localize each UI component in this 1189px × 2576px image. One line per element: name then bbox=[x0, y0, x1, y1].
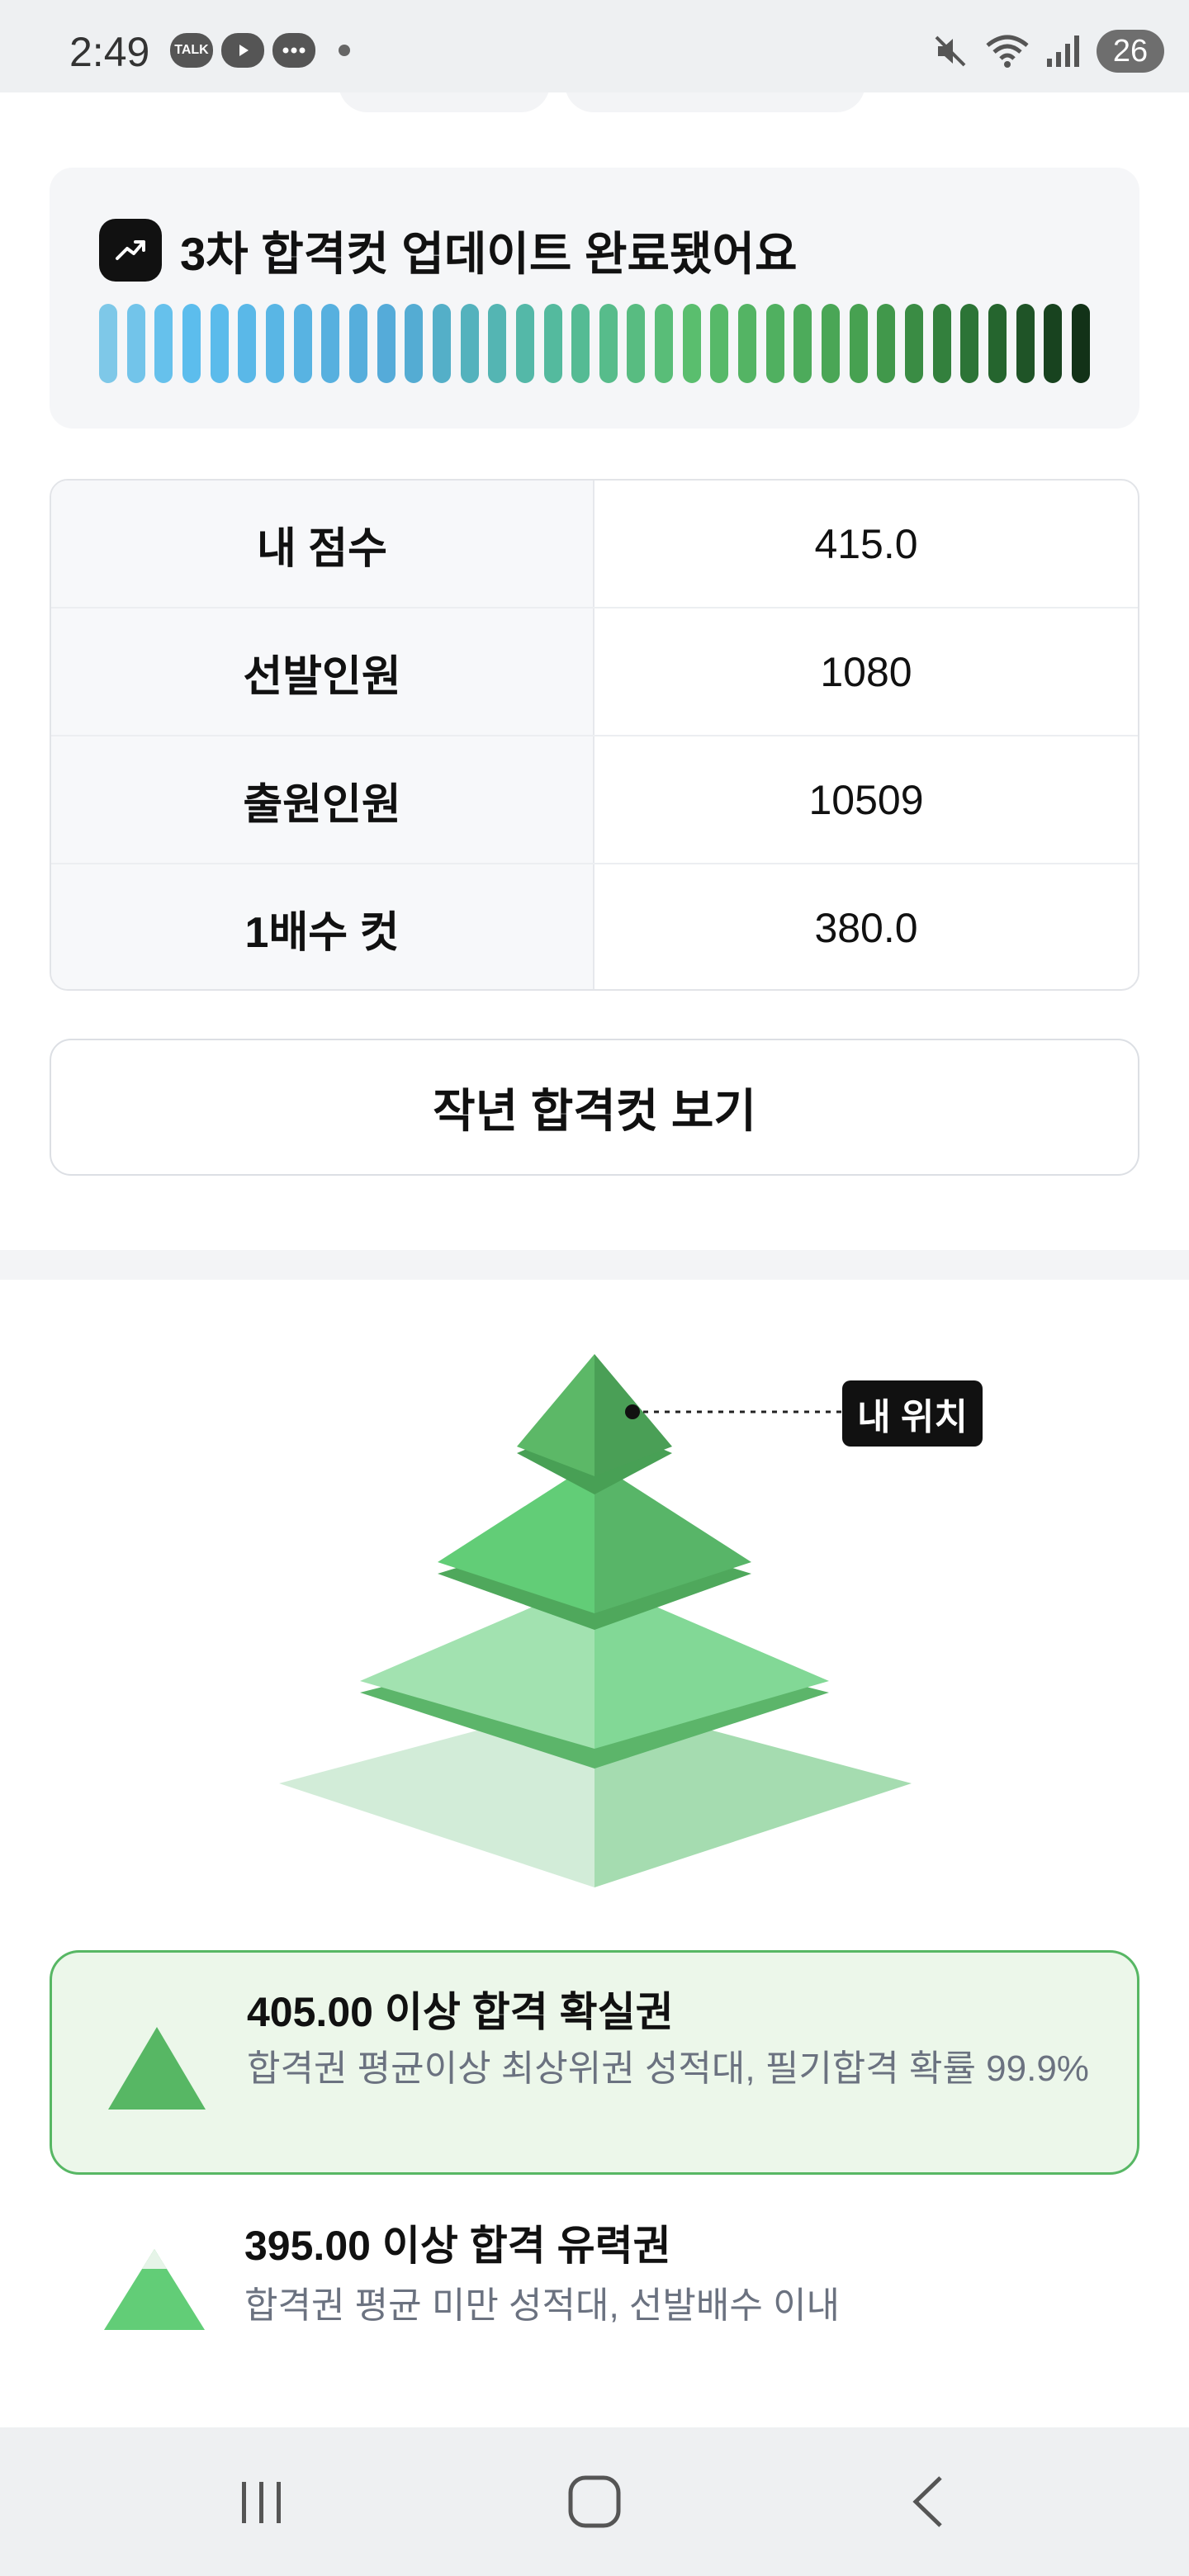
my-position-tag: 내 위치 bbox=[842, 1380, 983, 1447]
system-navigation-bar bbox=[0, 2427, 1189, 2576]
stats-value: 380.0 bbox=[814, 905, 918, 951]
gradient-bar-segment bbox=[822, 304, 841, 383]
gradient-bar-segment bbox=[293, 304, 312, 383]
score-stats-table: 내 점수 415.0 선발인원 1080 출원인원 10509 1배수 컷 38… bbox=[50, 479, 1139, 991]
progress-gradient-bars bbox=[99, 304, 1090, 383]
stats-value: 10509 bbox=[808, 777, 924, 823]
gradient-bar-segment bbox=[738, 304, 757, 383]
gradient-bar-segment bbox=[377, 304, 396, 383]
tier-triangle-icon bbox=[101, 2237, 208, 2337]
chat-icon bbox=[272, 33, 315, 68]
talk-icon: TALK bbox=[170, 33, 213, 68]
more-notifications-dot-icon bbox=[339, 45, 350, 56]
stats-row-my-score: 내 점수 415.0 bbox=[51, 481, 1138, 608]
stats-value: 1080 bbox=[820, 649, 912, 695]
gradient-bar-segment bbox=[932, 304, 951, 383]
notification-icons: TALK bbox=[170, 33, 350, 68]
system-icons: 26 bbox=[931, 30, 1164, 73]
stats-label: 출원인원 bbox=[51, 736, 594, 864]
status-time: 2:49 bbox=[69, 29, 150, 75]
stats-label: 내 점수 bbox=[51, 481, 594, 608]
youtube-icon bbox=[221, 33, 264, 68]
gradient-bar-segment bbox=[238, 304, 257, 383]
banner-title: 3차 합격컷 업데이트 완료됐어요 bbox=[180, 228, 798, 280]
gradient-bar-segment bbox=[488, 304, 507, 383]
tier-triangle-icon bbox=[103, 2019, 211, 2118]
tier-description: 합격권 평균이상 최상위권 성적대, 필기합격 확률 99.9% bbox=[247, 2048, 1089, 2089]
back-button[interactable] bbox=[892, 2469, 966, 2535]
stats-value: 415.0 bbox=[814, 521, 918, 567]
gradient-bar-segment bbox=[126, 304, 145, 383]
gradient-bar-segment bbox=[765, 304, 784, 383]
gradient-bar-segment bbox=[154, 304, 173, 383]
gradient-bar-segment bbox=[321, 304, 340, 383]
gradient-bar-segment bbox=[905, 304, 924, 383]
gradient-bar-segment bbox=[960, 304, 979, 383]
gradient-bar-segment bbox=[405, 304, 424, 383]
section-divider bbox=[0, 1250, 1189, 1280]
stats-row-cutoff: 1배수 컷 380.0 bbox=[51, 864, 1138, 989]
gradient-bar-segment bbox=[1044, 304, 1063, 383]
tier-card-certain[interactable]: 405.00 이상 합격 확실권 합격권 평균이상 최상위권 성적대, 필기합격… bbox=[50, 1950, 1139, 2175]
gradient-bar-segment bbox=[543, 304, 562, 383]
last-year-cutoff-button[interactable]: 작년 합격컷 보기 bbox=[50, 1039, 1139, 1176]
gradient-bar-segment bbox=[99, 304, 117, 383]
gradient-bar-segment bbox=[265, 304, 284, 383]
stats-row-applicants: 출원인원 10509 bbox=[51, 736, 1138, 864]
gradient-bar-segment bbox=[710, 304, 729, 383]
gradient-bar-segment bbox=[793, 304, 812, 383]
my-position-dot bbox=[625, 1404, 640, 1419]
trending-up-icon bbox=[99, 219, 162, 282]
gradient-bar-segment bbox=[988, 304, 1007, 383]
home-button[interactable] bbox=[557, 2469, 632, 2535]
wifi-icon bbox=[986, 35, 1029, 68]
tier-card-likely[interactable]: 395.00 이상 합격 유력권 합격권 평균 미만 성적대, 선발배수 이내 bbox=[50, 2188, 1139, 2386]
gradient-bar-segment bbox=[877, 304, 896, 383]
gradient-bar-segment bbox=[348, 304, 367, 383]
gradient-bar-segment bbox=[682, 304, 701, 383]
gradient-bar-segment bbox=[210, 304, 229, 383]
tier-title: 395.00 이상 합격 유력권 bbox=[244, 2223, 671, 2269]
tier-title: 405.00 이상 합격 확실권 bbox=[247, 1989, 674, 2035]
tier-description: 합격권 평균 미만 성적대, 선발배수 이내 bbox=[244, 2285, 841, 2326]
gradient-bar-segment bbox=[1016, 304, 1035, 383]
gradient-bar-segment bbox=[515, 304, 534, 383]
gradient-bar-segment bbox=[432, 304, 451, 383]
gradient-bar-segment bbox=[849, 304, 868, 383]
gradient-bar-segment bbox=[627, 304, 646, 383]
gradient-bar-segment bbox=[182, 304, 201, 383]
stats-label: 1배수 컷 bbox=[51, 864, 594, 989]
battery-icon: 26 bbox=[1097, 30, 1164, 73]
gradient-bar-segment bbox=[571, 304, 590, 383]
gradient-bar-segment bbox=[655, 304, 674, 383]
status-bar: 2:49 TALK 26 bbox=[0, 0, 1189, 92]
gradient-bar-segment bbox=[599, 304, 618, 383]
rank-pyramid bbox=[279, 1354, 912, 1887]
stats-label: 선발인원 bbox=[51, 608, 594, 736]
update-banner: 3차 합격컷 업데이트 완료됐어요 bbox=[50, 168, 1139, 429]
gradient-bar-segment bbox=[460, 304, 479, 383]
gradient-bar-segment bbox=[1071, 304, 1090, 383]
recent-apps-button[interactable] bbox=[225, 2469, 299, 2535]
signal-icon bbox=[1047, 36, 1079, 67]
stats-row-quota: 선발인원 1080 bbox=[51, 608, 1138, 736]
mute-icon bbox=[935, 36, 966, 67]
